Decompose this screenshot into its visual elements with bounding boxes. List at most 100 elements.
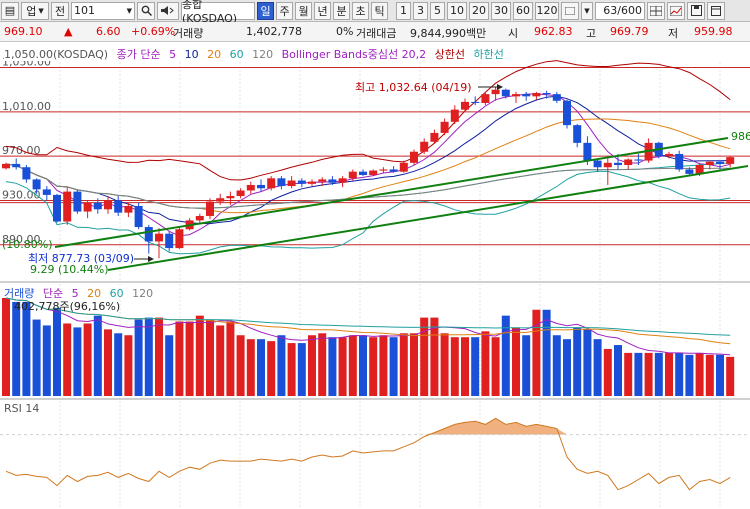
candle-body bbox=[675, 153, 684, 170]
candle-body bbox=[216, 198, 225, 202]
candle-body bbox=[155, 233, 163, 242]
candle-body bbox=[430, 132, 439, 142]
tab-period-0[interactable]: 일 bbox=[257, 1, 274, 20]
candle-body bbox=[379, 169, 388, 171]
volume-bar bbox=[481, 331, 490, 396]
tab-interval-120[interactable]: 120 bbox=[535, 1, 559, 20]
volume-bar bbox=[93, 315, 102, 396]
volume-bar bbox=[512, 327, 520, 396]
candle-body bbox=[165, 233, 174, 249]
rsi-series bbox=[0, 417, 750, 491]
bollinger-legend: Bollinger Bands중심선 20,2 bbox=[281, 48, 427, 61]
volume-bar bbox=[563, 339, 571, 396]
low-arrow-head bbox=[148, 256, 154, 262]
ma20-legend: 20 bbox=[207, 48, 222, 61]
price-chart-panel[interactable]: 1,050.001,010.00970.00930.00890.00 최고 1,… bbox=[0, 42, 750, 509]
market-mode-button[interactable]: 업 ▼ bbox=[21, 1, 49, 20]
candle-body bbox=[12, 163, 21, 168]
volume-bar bbox=[726, 356, 735, 396]
volume-bar bbox=[379, 335, 388, 396]
tool-grid-icon[interactable] bbox=[647, 1, 665, 20]
high-label: 고 bbox=[586, 27, 597, 40]
tab-period-5[interactable]: 초 bbox=[352, 1, 369, 20]
candle-body bbox=[338, 178, 347, 183]
candle-body bbox=[32, 179, 41, 190]
candle-body bbox=[236, 190, 245, 197]
index-name-field[interactable]: 종합(KOSDAQ) bbox=[181, 0, 255, 25]
volume-value: 1,402,778 bbox=[246, 25, 302, 38]
candlesticks bbox=[2, 86, 735, 259]
volume-bar bbox=[389, 337, 398, 396]
ma-label: 종가 단순 bbox=[116, 48, 161, 61]
tab-interval-3[interactable]: 3 bbox=[413, 1, 428, 20]
volume-bar bbox=[267, 341, 276, 396]
candle-body bbox=[705, 161, 714, 166]
tab-period-2[interactable]: 월 bbox=[295, 1, 312, 20]
candle-body bbox=[297, 180, 306, 184]
volume-bar bbox=[665, 352, 673, 396]
menu-icon[interactable]: ▤ bbox=[1, 1, 19, 20]
open-value: 962.83 bbox=[534, 25, 573, 38]
volume-bar bbox=[359, 335, 367, 396]
candle-body bbox=[399, 162, 408, 172]
lower-band-legend: 하한선 bbox=[473, 48, 504, 61]
chevron-down-icon[interactable]: ▼ bbox=[581, 1, 593, 20]
volume-bar bbox=[308, 335, 316, 396]
candle-body bbox=[226, 196, 235, 199]
volume-bar bbox=[573, 327, 582, 396]
speaker-icon[interactable] bbox=[157, 1, 179, 20]
trend-pct-annotation-2: (10.80%) bbox=[2, 238, 53, 251]
candle-body bbox=[195, 215, 204, 221]
candle-body bbox=[420, 141, 429, 152]
price-legend: 1,050.00(KOSDAQ) 종가 단순 5 10 20 60 120 Bo… bbox=[4, 46, 509, 62]
volume-bar bbox=[195, 315, 204, 396]
volume-bar bbox=[420, 317, 429, 396]
expand-icon[interactable] bbox=[707, 1, 725, 20]
volume-bar bbox=[328, 337, 337, 396]
volume-bar bbox=[155, 317, 163, 396]
candle-body bbox=[440, 121, 449, 133]
prev-button[interactable]: 전 bbox=[51, 1, 69, 20]
candle-body bbox=[53, 194, 61, 222]
tab-period-3[interactable]: 년 bbox=[314, 1, 331, 20]
tab-interval-10[interactable]: 10 bbox=[447, 1, 467, 20]
candle-body bbox=[685, 169, 694, 174]
search-icon[interactable] bbox=[137, 1, 155, 20]
tab-period-4[interactable]: 분 bbox=[333, 1, 350, 20]
ma120-legend: 120 bbox=[252, 48, 274, 61]
candle-body bbox=[410, 151, 418, 163]
quote-bar: 969.10 ▲ 6.60 +0.69% 거래량 1,402,778 0% 거래… bbox=[0, 22, 750, 42]
tab-interval-30[interactable]: 30 bbox=[491, 1, 511, 20]
candle-body bbox=[257, 184, 265, 189]
chart-toggle-icon[interactable] bbox=[667, 1, 685, 20]
volume-bar bbox=[124, 335, 133, 396]
save-icon[interactable] bbox=[687, 1, 705, 20]
tab-interval-5[interactable]: 5 bbox=[430, 1, 445, 20]
trend-pct-annotation: 9.29 (10.44%) bbox=[30, 263, 109, 276]
volume-bar bbox=[440, 333, 449, 396]
volume-bar bbox=[593, 339, 602, 396]
volume-bar bbox=[12, 301, 21, 396]
tab-period-1[interactable]: 주 bbox=[276, 1, 293, 20]
change-percent: +0.69% bbox=[131, 25, 176, 38]
volume-bar bbox=[430, 317, 439, 396]
volume-bar bbox=[32, 319, 41, 396]
volume-bar bbox=[685, 354, 694, 396]
candle-body bbox=[348, 171, 357, 179]
rsi-line bbox=[5, 417, 731, 491]
settings-button[interactable] bbox=[561, 1, 579, 20]
high-value: 969.79 bbox=[610, 25, 649, 38]
tab-interval-20[interactable]: 20 bbox=[469, 1, 489, 20]
volume-bar bbox=[491, 337, 500, 396]
tab-interval-1[interactable]: 1 bbox=[396, 1, 411, 20]
candle-body bbox=[501, 89, 510, 97]
candle-body bbox=[144, 227, 153, 242]
volume-bar bbox=[42, 325, 51, 396]
volume-bar bbox=[542, 309, 551, 396]
tab-interval-60[interactable]: 60 bbox=[513, 1, 533, 20]
tab-period-6[interactable]: 틱 bbox=[371, 1, 388, 20]
volume-bar bbox=[705, 354, 714, 396]
volume-bar bbox=[236, 335, 245, 396]
code-input[interactable]: 101 ▼ bbox=[71, 1, 135, 20]
volume-bar bbox=[277, 335, 286, 396]
